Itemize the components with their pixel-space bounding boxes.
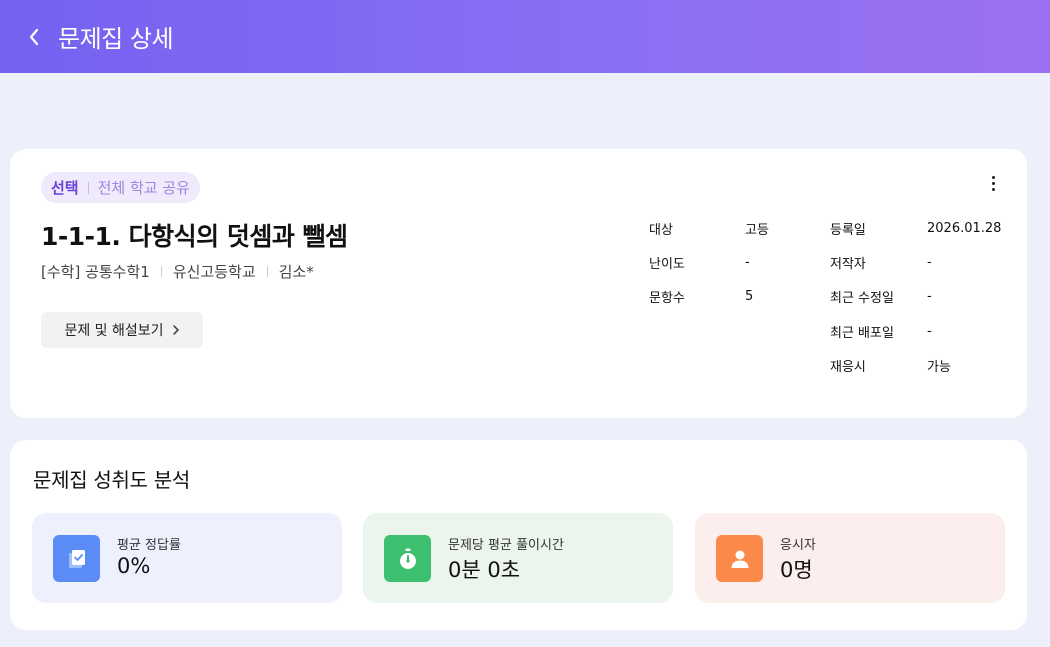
detail-row-author: 저작자 - <box>830 245 1001 279</box>
more-dot <box>991 187 995 191</box>
detail-row-registered: 등록일 2026.01.28 <box>830 211 1001 245</box>
top-bar: 문제집 상세 <box>0 0 1050 73</box>
tag-secondary: 전체 학교 공유 <box>97 179 190 197</box>
detail-label: 난이도 <box>649 256 685 272</box>
stopwatch-icon <box>384 535 431 582</box>
chevron-right-icon <box>172 325 179 335</box>
detail-value: - <box>927 254 932 270</box>
back-button[interactable] <box>14 17 54 57</box>
detail-value: 가능 <box>927 359 951 375</box>
detail-row-question-count: 문항수 5 <box>649 280 769 314</box>
detail-label: 저작자 <box>830 256 866 272</box>
details-left: 대상 고등 난이도 - 문항수 5 <box>649 211 769 314</box>
stat-value: 0% <box>117 554 151 578</box>
author-label: 김소* <box>278 263 314 281</box>
detail-row-target: 대상 고등 <box>649 211 769 245</box>
problem-set-info-card: 선택 전체 학교 공유 1-1-1. 다항식의 덧셈과 뺄셈 [수학] 공통수학… <box>10 149 1027 418</box>
checklist-icon <box>53 535 100 582</box>
stat-label: 문제당 평균 풀이시간 <box>448 538 564 553</box>
person-icon <box>716 535 763 582</box>
detail-value: - <box>927 289 932 305</box>
stat-value: 0명 <box>780 558 813 582</box>
view-problems-label: 문제 및 해설보기 <box>64 323 164 339</box>
more-options-button[interactable] <box>981 171 1005 195</box>
page-title: 문제집 상세 <box>58 25 174 53</box>
detail-value: - <box>745 254 750 270</box>
detail-row-retake: 재응시 가능 <box>830 348 1001 382</box>
chevron-left-icon <box>29 28 39 45</box>
school-label: 유신고등학교 <box>172 263 256 281</box>
subject-label: [수학] 공통수학1 <box>41 263 150 281</box>
detail-label: 문항수 <box>649 291 685 307</box>
meta-divider <box>160 266 162 277</box>
stat-label: 응시자 <box>780 538 816 553</box>
more-dot <box>991 181 995 185</box>
tag-primary: 선택 <box>51 179 79 197</box>
detail-row-distributed: 최근 배포일 - <box>830 314 1001 348</box>
details-right: 등록일 2026.01.28 저작자 - 최근 수정일 - 최근 배포일 - 재… <box>830 211 1001 382</box>
detail-label: 대상 <box>649 222 673 238</box>
tag-divider <box>87 181 89 194</box>
detail-value: 2026.01.28 <box>927 220 1002 236</box>
view-problems-button[interactable]: 문제 및 해설보기 <box>41 312 203 348</box>
meta-divider <box>266 266 268 277</box>
stat-card-accuracy: 평균 정답률 0% <box>32 513 342 603</box>
stat-card-examinees: 응시자 0명 <box>695 513 1005 603</box>
detail-value: 5 <box>745 289 754 305</box>
problem-set-meta: [수학] 공통수학1 유신고등학교 김소* <box>41 261 314 282</box>
detail-value: 고등 <box>745 222 769 238</box>
detail-row-difficulty: 난이도 - <box>649 245 769 279</box>
detail-label: 최근 수정일 <box>830 291 894 307</box>
detail-label: 재응시 <box>830 359 866 375</box>
share-tag: 선택 전체 학교 공유 <box>41 172 200 203</box>
analysis-title: 문제집 성취도 분석 <box>33 468 190 492</box>
detail-label: 최근 배포일 <box>830 325 894 341</box>
detail-row-modified: 최근 수정일 - <box>830 280 1001 314</box>
detail-label: 등록일 <box>830 222 866 238</box>
detail-value: - <box>927 323 932 339</box>
more-vertical-icon <box>991 175 995 179</box>
stat-value: 0분 0초 <box>448 558 521 582</box>
problem-set-title: 1-1-1. 다항식의 덧셈과 뺄셈 <box>41 222 348 251</box>
achievement-analysis-card: 문제집 성취도 분석 평균 정답률 0% 문제당 평균 풀이시간 0분 0초 응… <box>10 440 1027 630</box>
stat-card-avg-time: 문제당 평균 풀이시간 0분 0초 <box>363 513 673 603</box>
stat-label: 평균 정답률 <box>117 538 181 553</box>
